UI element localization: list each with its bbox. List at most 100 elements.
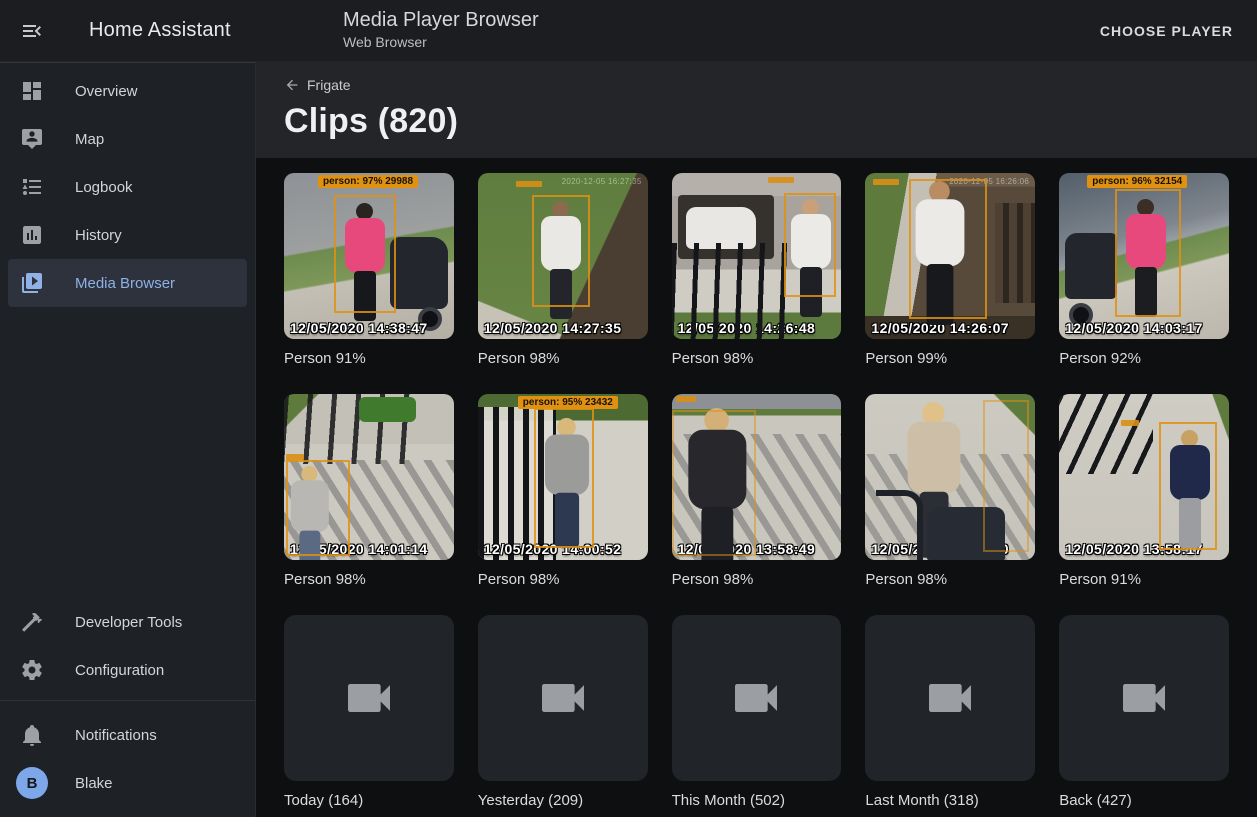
video-icon (341, 670, 397, 726)
video-icon (922, 670, 978, 726)
detection-box (334, 195, 396, 313)
detection-box (983, 400, 1029, 552)
detection-label: person: 95% 23432 (518, 396, 618, 409)
section-title: Clips (820) (284, 102, 1229, 141)
clip-thumbnail[interactable]: 12/05/2020 13:58:17 (1059, 394, 1229, 560)
detection-box (672, 410, 756, 556)
sidebar-item-configuration[interactable]: Configuration (8, 646, 247, 694)
detection-label: person: 96% 32154 (1087, 175, 1187, 188)
railing-overlay (1059, 394, 1152, 474)
page-subtitle-text: Web Browser (343, 34, 539, 52)
clip-card[interactable]: person: 96% 32154 12/05/2020 14:03:17 Pe… (1059, 173, 1229, 368)
sidebar-item-map[interactable]: Map (8, 115, 247, 163)
media-header: Frigate Clips (820) (256, 62, 1257, 158)
folder-card-this-month[interactable]: This Month (502) (672, 615, 842, 810)
detection-label-small (873, 179, 899, 185)
clip-thumbnail[interactable]: 2020-12-05 16:27:35 12/05/2020 14:27:35 (478, 173, 648, 339)
detection-box (784, 193, 836, 297)
clip-label: Person 98% (865, 570, 1035, 589)
sidebar-item-user[interactable]: B Blake (8, 759, 247, 807)
sidebar: Overview Map Logbook History Media Brows… (0, 62, 256, 817)
folder-card-last-month[interactable]: Last Month (318) (865, 615, 1035, 810)
clip-card[interactable]: 12/05/2020 13:58:49 Person 98% (672, 394, 842, 589)
clip-card[interactable]: 12/05/2020 13:58:17 Person 91% (1059, 394, 1229, 589)
sidebar-item-label: Notifications (75, 727, 157, 744)
video-icon (535, 670, 591, 726)
clip-label: Person 98% (478, 570, 648, 589)
clip-card[interactable]: 12/05/2020 13:58:30 Person 98% (865, 394, 1035, 589)
bulleted-list-icon (20, 175, 44, 199)
app-title: Home Assistant (89, 19, 231, 42)
folder-label: Last Month (318) (865, 791, 1035, 810)
clip-thumbnail[interactable]: person: 95% 23432 12/05/2020 14:00:52 (478, 394, 648, 560)
detection-box (1159, 422, 1217, 550)
menu-open-icon (20, 19, 44, 43)
clip-label: Person 98% (284, 570, 454, 589)
folder-label: This Month (502) (672, 791, 842, 810)
stroller-shape (1065, 233, 1117, 299)
sidebar-item-history[interactable]: History (8, 211, 247, 259)
sidebar-item-media-browser[interactable]: Media Browser (8, 259, 247, 307)
folder-thumbnail[interactable] (865, 615, 1035, 781)
sidebar-item-notifications[interactable]: Notifications (8, 711, 247, 759)
play-box-multiple-icon (20, 271, 44, 295)
sidebar-item-logbook[interactable]: Logbook (8, 163, 247, 211)
clip-card[interactable]: 2020-12-05 16:27:35 12/05/2020 14:27:35 … (478, 173, 648, 368)
clip-label: Person 98% (672, 570, 842, 589)
gear-icon (20, 658, 44, 682)
clip-card[interactable]: person: 95% 23432 12/05/2020 14:00:52 Pe… (478, 394, 648, 589)
clip-card[interactable]: 12/05/2020 14:26:48 Person 98% (672, 173, 842, 368)
clip-thumbnail[interactable]: 12/05/2020 13:58:49 (672, 394, 842, 560)
sidebar-item-label: History (75, 227, 122, 244)
folder-card-yesterday[interactable]: Yesterday (209) (478, 615, 648, 810)
choose-player-button[interactable]: CHOOSE PLAYER (1094, 0, 1239, 62)
detection-box (532, 195, 590, 307)
folder-label: Yesterday (209) (478, 791, 648, 810)
clip-label: Person 98% (672, 349, 842, 368)
sidebar-item-overview[interactable]: Overview (8, 67, 247, 115)
clip-thumbnail[interactable]: person: 97% 29988 12/05/2020 14:38:47 (284, 173, 454, 339)
detection-box (534, 408, 594, 548)
folder-card-today[interactable]: Today (164) (284, 615, 454, 810)
bench-shape (995, 203, 1035, 303)
sidebar-item-label: Map (75, 131, 104, 148)
clip-label: Person 99% (865, 349, 1035, 368)
clip-thumbnail[interactable]: 2020-12-05 16:26:06 12/05/2020 14:26:07 (865, 173, 1035, 339)
sidebar-item-label: Media Browser (75, 275, 175, 292)
clip-thumbnail[interactable]: 12/05/2020 14:01:14 (284, 394, 454, 560)
breadcrumb-label: Frigate (307, 77, 351, 93)
folder-thumbnail[interactable] (672, 615, 842, 781)
sidebar-toggle-button[interactable] (8, 7, 56, 55)
clip-thumbnail[interactable]: 12/05/2020 14:26:48 (672, 173, 842, 339)
folder-thumbnail[interactable] (1059, 615, 1229, 781)
folder-thumbnail[interactable] (284, 615, 454, 781)
clip-thumbnail[interactable]: 12/05/2020 13:58:30 (865, 394, 1035, 560)
account-tooltip-icon (20, 127, 44, 151)
breadcrumb-frigate[interactable]: Frigate (284, 77, 351, 93)
clip-card[interactable]: 12/05/2020 14:01:14 Person 98% (284, 394, 454, 589)
clip-thumbnail[interactable]: person: 96% 32154 12/05/2020 14:03:17 (1059, 173, 1229, 339)
detection-label-small (768, 177, 794, 183)
sidebar-divider (0, 700, 255, 701)
dashboard-icon (20, 79, 44, 103)
sidebar-item-developer-tools[interactable]: Developer Tools (8, 598, 247, 646)
detection-label: person: 97% 29988 (318, 175, 418, 188)
clip-label: Person 92% (1059, 349, 1229, 368)
folder-card-back[interactable]: Back (427) (1059, 615, 1229, 810)
folder-thumbnail[interactable] (478, 615, 648, 781)
timestamp-overlay: 12/05/2020 14:27:35 (484, 320, 622, 336)
clip-card[interactable]: 2020-12-05 16:26:06 12/05/2020 14:26:07 … (865, 173, 1035, 368)
clip-label: Person 91% (284, 349, 454, 368)
clip-card[interactable]: person: 97% 29988 12/05/2020 14:38:47 Pe… (284, 173, 454, 368)
detection-box (909, 179, 987, 319)
sidebar-item-label: Developer Tools (75, 614, 182, 631)
stroller-shape (390, 237, 448, 309)
sidebar-item-label: Logbook (75, 179, 133, 196)
detection-label-small (516, 181, 542, 187)
detection-box (1115, 189, 1181, 317)
bar-chart-icon (20, 223, 44, 247)
detection-label-small (286, 454, 304, 460)
page-heading: Media Player Browser Web Browser (343, 8, 539, 52)
sidebar-nav: Overview Map Logbook History Media Brows… (0, 63, 255, 307)
folder-label: Back (427) (1059, 791, 1229, 810)
